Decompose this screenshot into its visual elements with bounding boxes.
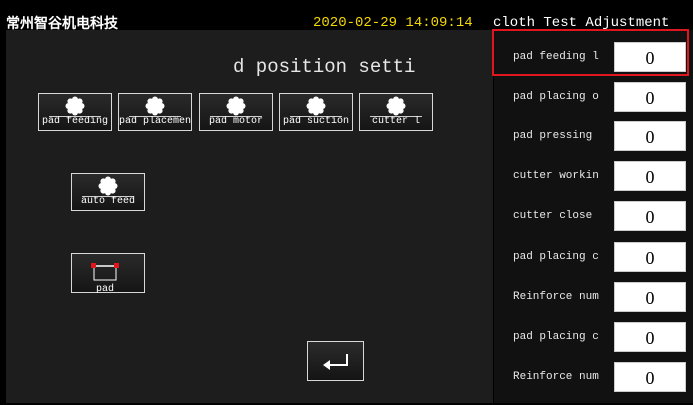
gear-icon — [98, 176, 118, 196]
param-label: cutter close — [513, 210, 593, 222]
pad-icon — [91, 263, 119, 281]
param-value-field[interactable]: 0 — [614, 161, 686, 191]
button-label: cutter l — [371, 116, 420, 127]
button-label: pad placement — [119, 116, 191, 127]
pad-motor-button[interactable]: pad motor — [199, 93, 273, 131]
param-value-field[interactable]: 0 — [614, 42, 686, 72]
datetime-display: 2020-02-29 14:09:14 — [313, 15, 473, 31]
param-value-field[interactable]: 0 — [614, 242, 686, 272]
hmi-screen: 常州智谷机电科技 2020-02-29 14:09:14 cloth Test … — [0, 0, 693, 405]
param-row: Reinforce num 0 — [504, 362, 686, 392]
param-label: pad feeding l — [513, 51, 599, 63]
param-row: pad placing o 0 — [504, 82, 686, 112]
return-button[interactable] — [307, 341, 364, 381]
gear-icon — [386, 96, 406, 116]
param-value-field[interactable]: 0 — [614, 322, 686, 352]
param-label: cutter workin — [513, 170, 599, 182]
pad-placement-button[interactable]: pad placement — [118, 93, 192, 131]
auto-feed-button[interactable]: auto feed — [71, 173, 145, 211]
param-value-field[interactable]: 0 — [614, 121, 686, 151]
main-panel — [6, 30, 493, 403]
param-row: pad placing c 0 — [504, 242, 686, 272]
gear-icon — [226, 96, 246, 116]
param-label: pad placing c — [513, 331, 599, 343]
param-row: cutter close 0 — [504, 201, 686, 231]
param-value-field[interactable]: 0 — [614, 82, 686, 112]
param-value-field[interactable]: 0 — [614, 201, 686, 231]
page-heading: d position setti — [233, 56, 416, 78]
param-label: pad pressing — [513, 130, 593, 142]
title-bar: 常州智谷机电科技 2020-02-29 14:09:14 cloth Test … — [0, 6, 693, 32]
param-value-field[interactable]: 0 — [614, 362, 686, 392]
button-label: pad suction — [282, 116, 349, 127]
button-label: pad feeding — [41, 116, 108, 127]
param-row: pad pressing 0 — [504, 121, 686, 151]
cutter-button[interactable]: cutter l — [359, 93, 433, 131]
button-label: pad — [96, 284, 115, 295]
param-row: cutter workin 0 — [504, 161, 686, 191]
param-value-field[interactable]: 0 — [614, 282, 686, 312]
gear-icon — [145, 96, 165, 116]
button-label: pad motor — [208, 116, 263, 127]
gear-icon — [65, 96, 85, 116]
return-arrow-icon — [323, 354, 348, 370]
gear-icon — [306, 96, 326, 116]
pad-button[interactable]: pad — [71, 253, 145, 295]
param-row: pad feeding l 0 — [504, 42, 686, 72]
param-label: pad placing o — [513, 91, 599, 103]
param-label: Reinforce num — [513, 371, 599, 383]
pad-feeding-button[interactable]: pad feeding — [38, 93, 112, 131]
param-label: pad placing c — [513, 251, 599, 263]
param-row: pad placing c 0 — [504, 322, 686, 352]
param-row: Reinforce num 0 — [504, 282, 686, 312]
pad-suction-button[interactable]: pad suction — [279, 93, 353, 131]
param-label: Reinforce num — [513, 291, 599, 303]
screen-title: cloth Test Adjustment — [493, 15, 670, 31]
button-label: auto feed — [80, 196, 135, 207]
